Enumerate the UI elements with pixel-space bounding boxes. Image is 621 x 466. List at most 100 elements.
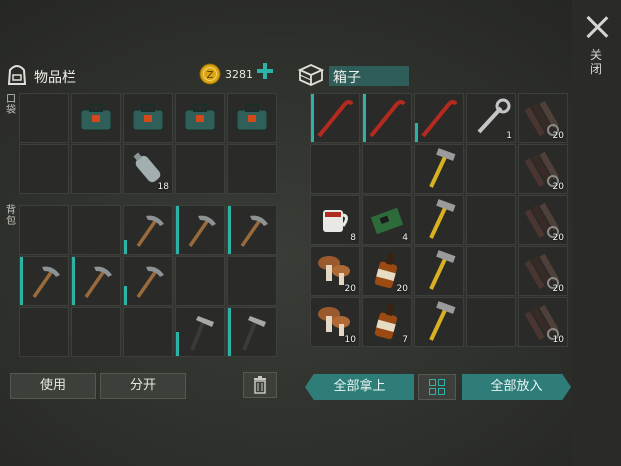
backpack-slot[interactable] <box>71 256 121 306</box>
item-count: 8 <box>350 233 356 243</box>
durability-bar <box>124 285 127 305</box>
box-slot[interactable]: 20 <box>518 144 568 194</box>
backpack-icon <box>7 65 27 85</box>
use-button[interactable]: 使用 <box>10 373 96 399</box>
box-slot[interactable] <box>414 297 464 347</box>
backpack-slot[interactable] <box>19 256 69 306</box>
pocket-slot[interactable] <box>19 93 69 143</box>
backpack-slot[interactable] <box>227 205 277 255</box>
box-slot[interactable]: 20 <box>310 246 360 296</box>
toolbox-icon <box>80 104 112 131</box>
inventory-title: 物品栏 <box>34 70 76 86</box>
trash-button[interactable] <box>243 372 277 398</box>
hammer-icon <box>429 199 456 239</box>
box-slot[interactable]: 4 <box>362 195 412 245</box>
box-slot[interactable]: 20 <box>362 246 412 296</box>
box-slot[interactable]: 10 <box>518 297 568 347</box>
box-slot[interactable]: 20 <box>518 195 568 245</box>
backpack-slot[interactable] <box>19 307 69 357</box>
item-count: 4 <box>402 233 408 243</box>
put-all-button[interactable]: 全部放入 <box>462 374 571 400</box>
backpack-slot[interactable] <box>123 307 173 357</box>
box-slot[interactable]: 1 <box>466 93 516 143</box>
backpack-slot[interactable] <box>227 307 277 357</box>
backpack-slot[interactable] <box>175 307 225 357</box>
hammer-icon <box>429 148 456 188</box>
backpack-slot[interactable] <box>71 307 121 357</box>
box-slot[interactable] <box>414 144 464 194</box>
box-slot[interactable]: 10 <box>310 297 360 347</box>
pocket-slot[interactable] <box>227 144 277 194</box>
pickaxe-icon <box>240 215 268 247</box>
pocket-slot[interactable] <box>175 144 225 194</box>
pocket-slot[interactable] <box>123 93 173 143</box>
box-slot[interactable]: 7 <box>362 297 412 347</box>
backpack-label: 背包 <box>6 205 16 227</box>
sort-button[interactable] <box>418 374 456 400</box>
box-slot[interactable] <box>466 297 516 347</box>
durability-bar <box>176 332 179 356</box>
box-slot[interactable]: 20 <box>518 246 568 296</box>
toolbox-icon <box>132 104 164 131</box>
durability-bar <box>228 206 231 254</box>
box-icon <box>298 64 324 86</box>
item-count: 7 <box>402 335 408 345</box>
box-slot[interactable] <box>466 144 516 194</box>
backpack-slot[interactable] <box>227 256 277 306</box>
pocket-slot[interactable]: 18 <box>123 144 173 194</box>
box-slot[interactable]: 20 <box>518 93 568 143</box>
toolbox-icon <box>236 104 268 131</box>
hammer-axe-icon <box>190 316 214 351</box>
durability-bar <box>363 94 366 142</box>
close-icon[interactable] <box>585 15 609 39</box>
box-slot[interactable] <box>310 93 360 143</box>
pickaxe-icon <box>136 215 164 247</box>
backpack-slot[interactable] <box>19 205 69 255</box>
svg-text:Z: Z <box>207 70 214 81</box>
item-count: 18 <box>157 182 169 192</box>
durability-bar <box>415 122 418 142</box>
pocket-slot[interactable] <box>71 93 121 143</box>
add-coins-button[interactable] <box>257 63 273 79</box>
box-slot[interactable] <box>414 246 464 296</box>
toolbox-icon <box>184 104 216 131</box>
crowbar-icon <box>369 100 406 138</box>
hammer-axe-icon <box>242 316 266 351</box>
box-slot[interactable] <box>310 144 360 194</box>
hammer-icon <box>429 250 456 290</box>
durability-bar <box>72 257 75 305</box>
box-slot[interactable] <box>414 93 464 143</box>
pickaxe-icon <box>136 266 164 298</box>
trash-icon <box>254 376 266 394</box>
pocket-slot[interactable] <box>175 93 225 143</box>
box-title: 箱子 <box>333 70 361 86</box>
backpack-slot[interactable] <box>123 205 173 255</box>
split-button[interactable]: 分开 <box>100 373 186 399</box>
item-count: 20 <box>552 233 564 243</box>
box-slot[interactable]: 8 <box>310 195 360 245</box>
close-label: 关闭 <box>590 48 603 76</box>
pocket-label: 口袋 <box>6 94 16 116</box>
backpack-slot[interactable] <box>71 205 121 255</box>
coin-count: 3281 <box>225 68 253 81</box>
pickaxe-icon <box>32 266 60 298</box>
pocket-slot[interactable] <box>227 93 277 143</box>
backpack-slot[interactable] <box>175 205 225 255</box>
take-all-button[interactable]: 全部拿上 <box>305 374 414 400</box>
box-slot[interactable] <box>414 195 464 245</box>
pocket-slot[interactable] <box>71 144 121 194</box>
durability-bar <box>20 257 23 305</box>
pocket-slot[interactable] <box>19 144 69 194</box>
item-count: 20 <box>396 284 408 294</box>
box-slot[interactable] <box>362 93 412 143</box>
backpack-slot[interactable] <box>123 256 173 306</box>
item-count: 10 <box>552 335 564 345</box>
box-slot[interactable] <box>466 246 516 296</box>
item-count: 20 <box>552 182 564 192</box>
box-slot[interactable] <box>466 195 516 245</box>
backpack-slot[interactable] <box>175 256 225 306</box>
item-count: 10 <box>344 335 356 345</box>
pickaxe-icon <box>84 266 112 298</box>
box-slot[interactable] <box>362 144 412 194</box>
item-count: 1 <box>506 131 512 141</box>
